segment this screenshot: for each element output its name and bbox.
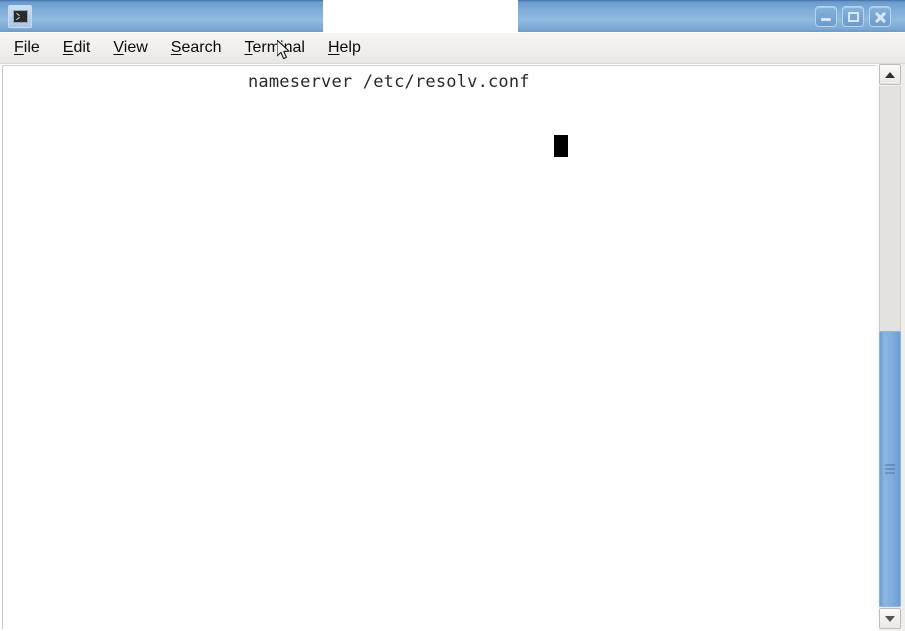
- scrollbar-thumb[interactable]: [879, 331, 901, 607]
- close-icon: [870, 7, 890, 26]
- terminal-screen[interactable]: nameserver /etc/resolv.conf: [2, 65, 876, 629]
- titlebar-occlusion-overlay: [323, 0, 518, 32]
- terminal-output-line: nameserver /etc/resolv.conf: [248, 72, 530, 92]
- menu-search-rest: earch: [181, 39, 222, 56]
- menu-help-rest: elp: [339, 39, 361, 56]
- menu-item-terminal[interactable]: Terminal: [244, 38, 304, 58]
- close-button[interactable]: [869, 6, 891, 27]
- window-titlebar[interactable]: [0, 0, 905, 32]
- menu-item-view[interactable]: View: [113, 38, 147, 58]
- menu-help-mnemonic: H: [327, 39, 340, 56]
- chevron-down-icon: [885, 615, 895, 622]
- menu-item-file[interactable]: File: [14, 38, 40, 58]
- terminal-content-area[interactable]: nameserver /etc/resolv.conf: [0, 64, 905, 631]
- menubar: File Edit View Search Terminal Help: [0, 33, 905, 64]
- minimize-icon: [816, 7, 836, 26]
- menu-search-mnemonic: S: [170, 39, 182, 56]
- menu-item-help[interactable]: Help: [328, 38, 361, 58]
- terminal-icon-screen: [12, 10, 28, 23]
- scrollbar-up-button[interactable]: [879, 64, 901, 85]
- menu-file-rest: ile: [23, 39, 40, 56]
- menu-edit-mnemonic: E: [62, 39, 74, 56]
- menu-item-edit[interactable]: Edit: [63, 38, 91, 58]
- maximize-button[interactable]: [842, 6, 864, 27]
- menu-item-search[interactable]: Search: [171, 38, 222, 58]
- menu-edit-rest: dit: [73, 39, 91, 56]
- scrollbar-down-button[interactable]: [879, 608, 901, 629]
- menu-view-rest: iew: [123, 39, 148, 56]
- terminal-cursor: [554, 135, 568, 157]
- vertical-scrollbar[interactable]: [876, 64, 905, 631]
- terminal-icon: [8, 5, 32, 28]
- menu-file-mnemonic: F: [14, 39, 24, 56]
- scrollbar-grip-icon: [885, 464, 895, 474]
- menu-terminal-rest: erminal: [252, 39, 305, 56]
- menu-view-mnemonic: V: [113, 39, 124, 56]
- chevron-up-icon: [885, 71, 895, 78]
- minimize-button[interactable]: [815, 6, 837, 27]
- terminal-window: File Edit View Search Terminal Help name…: [0, 0, 905, 631]
- maximize-icon: [843, 7, 863, 26]
